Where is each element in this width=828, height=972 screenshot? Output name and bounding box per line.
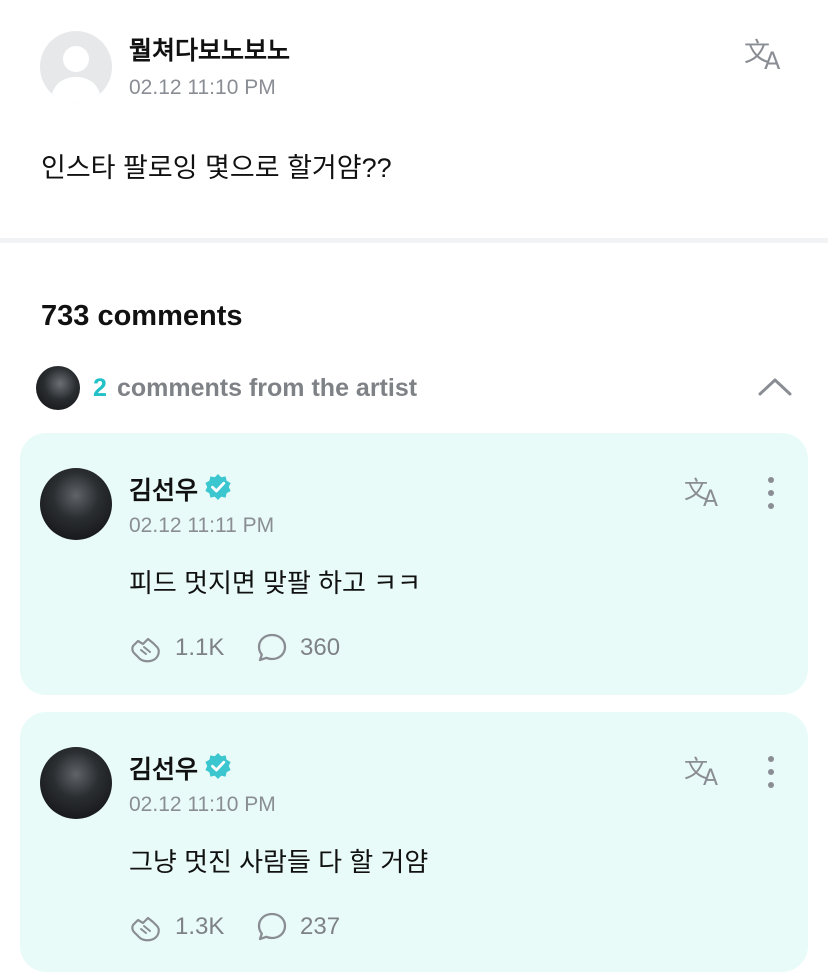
post: 뭘쳐다보노보노 02.12 11:10 PM 文 A 인스타 팔로잉 몇으로 할… [0,0,828,238]
svg-text:A: A [703,487,718,509]
more-vertical-icon[interactable] [760,475,782,511]
artist-comment-card: 김선우 02.12 11:10 PM 文 A 그냥 멋진 사람들 다 할 거얌 … [20,712,808,972]
like-hand-icon [131,916,160,942]
comment-timestamp: 02.12 11:11 PM [129,514,275,537]
artist-avatar [36,366,80,410]
translate-icon[interactable]: 文 A [742,36,792,75]
comment-author[interactable]: 김선우 [129,750,198,786]
comment-bubble-icon [257,633,287,662]
verified-badge-icon [204,752,232,780]
reply-button[interactable]: 360 [256,631,340,665]
artist-comments-label: comments from the artist [117,374,418,402]
like-hand-icon [131,637,160,663]
comment-body: 피드 멋지면 맞팔 하고 ㅋㅋ [129,568,422,598]
default-avatar[interactable] [40,31,112,103]
artist-avatar[interactable] [40,747,112,819]
artist-avatar[interactable] [40,468,112,540]
reply-count: 237 [300,913,341,940]
default-user-icon [50,46,102,103]
verified-badge-icon [204,473,232,501]
comment-author[interactable]: 김선우 [129,471,198,507]
translate-icon[interactable]: 文 A [684,475,728,512]
artist-comments-toggle[interactable]: 2 comments from the artist [0,366,828,412]
like-button[interactable]: 1.3K [129,910,224,944]
svg-text:A: A [703,766,718,788]
comments-count: 733 comments [41,300,243,332]
like-button[interactable]: 1.1K [129,631,224,665]
like-count: 1.3K [175,913,225,940]
translate-icon[interactable]: 文 A [684,754,728,791]
like-count: 1.1K [175,634,225,661]
reply-button[interactable]: 237 [256,910,340,944]
reply-count: 360 [300,634,341,661]
comment-bubble-icon [257,912,287,941]
comment-body: 그냥 멋진 사람들 다 할 거얌 [129,847,429,877]
chevron-up-icon[interactable] [756,372,794,402]
artist-comment-card: 김선우 02.12 11:11 PM 文 A 피드 멋지면 맞팔 하고 ㅋㅋ 1… [20,433,808,695]
post-author[interactable]: 뭘쳐다보노보노 [129,31,290,67]
section-divider [0,238,828,243]
svg-text:A: A [764,47,781,72]
post-timestamp: 02.12 11:10 PM [129,76,276,99]
artist-comments-count: 2 [93,374,107,402]
comment-timestamp: 02.12 11:10 PM [129,793,276,816]
more-vertical-icon[interactable] [760,754,782,790]
post-body: 인스타 팔로잉 몇으로 할거얌?? [41,153,392,183]
